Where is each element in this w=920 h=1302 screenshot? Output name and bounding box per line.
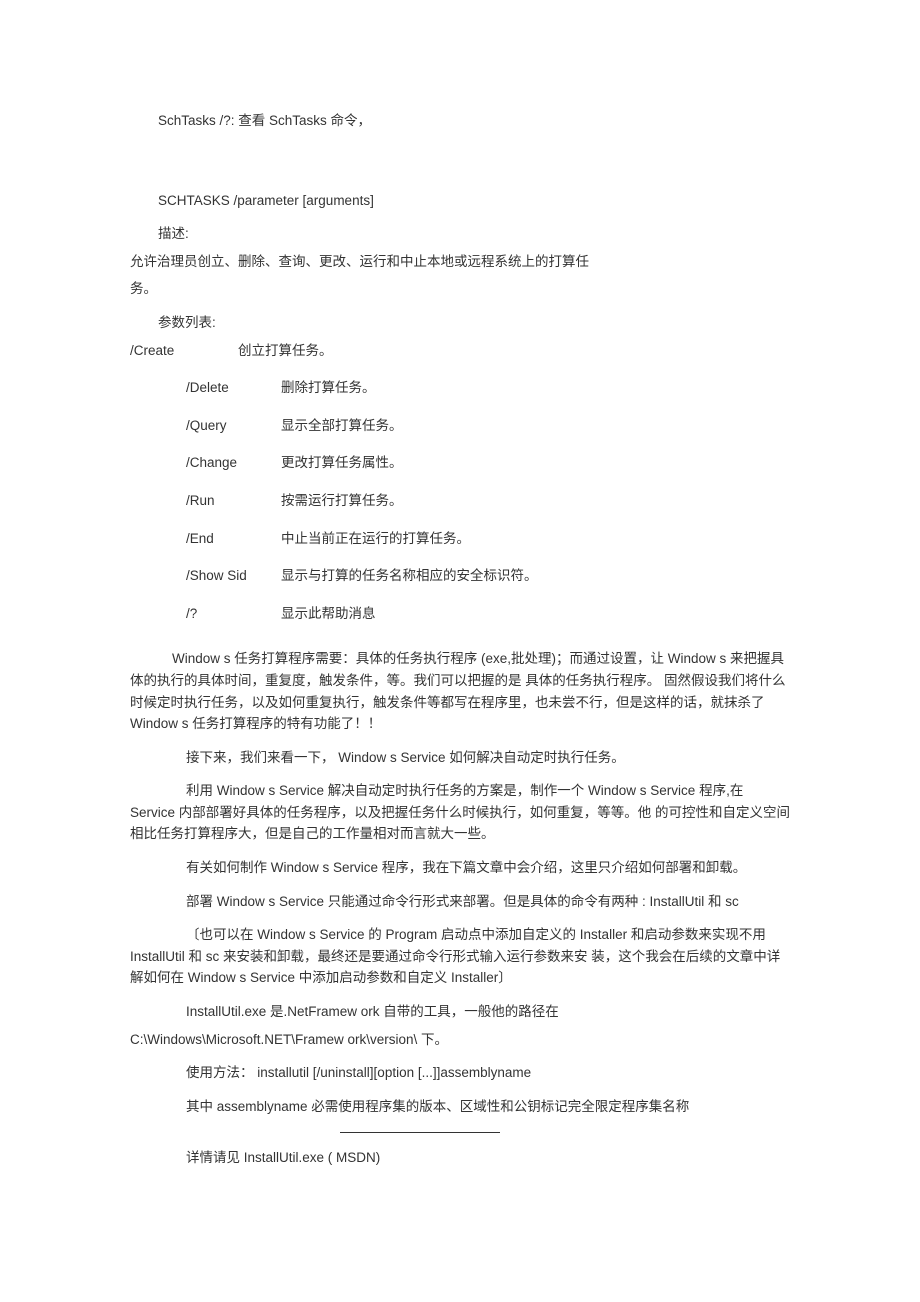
param-cmd: /Delete [186,377,281,399]
desc-body-1: 允许治理员创立、删除、查询、更改、运行和中止本地或远程系统上的打算任 [130,251,790,273]
body-p7a: InstallUtil.exe 是.NetFramew ork 自带的工具，一般… [130,1001,790,1023]
param-cmd: /? [186,603,281,625]
param-desc: 删除打算任务。 [281,377,790,399]
param-row: /Run 按需运行打算任务。 [130,490,790,512]
param-row: /Query 显示全部打算任务。 [130,415,790,437]
param-cmd: /Create [130,340,238,362]
param-desc: 显示与打算的任务名称相应的安全标识符。 [281,565,790,587]
param-desc: 更改打算任务属性。 [281,452,790,474]
param-cmd: /Query [186,415,281,437]
param-row: /Change 更改打算任务属性。 [130,452,790,474]
desc-label: 描述: [130,223,790,245]
param-cmd: /Show Sid [186,565,281,587]
top-line: SchTasks /?: 查看 SchTasks 命令， [130,110,790,132]
param-row: /Delete 删除打算任务。 [130,377,790,399]
body-p3: 利用 Window s Service 解决自动定时执行任务的方案是，制作一个 … [130,780,790,845]
body-p7b: C:\Windows\Microsoft.NET\Framew ork\vers… [130,1029,790,1051]
param-cmd: /Run [186,490,281,512]
param-desc: 显示此帮助消息 [281,603,790,625]
param-cmd: /End [186,528,281,550]
body-p4: 有关如何制作 Window s Service 程序，我在下篇文章中会介绍，这里… [130,857,790,879]
body-p1: Window s 任务打算程序需要：具体的任务执行程序 (exe,批处理)；而通… [130,648,790,734]
body-p5: 部署 Window s Service 只能通过命令行形式来部署。但是具体的命令… [130,891,790,913]
usage-command: SCHTASKS /parameter [arguments] [130,190,790,212]
param-row: /? 显示此帮助消息 [130,603,790,625]
body-p6: 〔也可以在 Window s Service 的 Program 启动点中添加自… [130,924,790,989]
body-p10: 详情请见 InstallUtil.exe ( MSDN) [130,1147,790,1169]
param-row: /Create 创立打算任务。 [130,340,790,362]
param-desc: 按需运行打算任务。 [281,490,790,512]
body-p8: 使用方法： installutil [/uninstall][option [.… [130,1062,790,1084]
underline-decoration [130,1123,790,1145]
document-page: SchTasks /?: 查看 SchTasks 命令， SCHTASKS /p… [0,0,920,1302]
param-desc: 中止当前正在运行的打算任务。 [281,528,790,550]
param-desc: 创立打算任务。 [238,340,790,362]
body-p9: 其中 assemblyname 必需使用程序集的版本、区域性和公钥标记完全限定程… [130,1096,790,1118]
param-label: 参数列表: [130,312,790,334]
param-cmd: /Change [186,452,281,474]
body-p2: 接下来，我们来看一下， Window s Service 如何解决自动定时执行任… [130,747,790,769]
param-desc: 显示全部打算任务。 [281,415,790,437]
desc-body-2: 务。 [130,278,790,300]
param-row: /End 中止当前正在运行的打算任务。 [130,528,790,550]
param-row: /Show Sid 显示与打算的任务名称相应的安全标识符。 [130,565,790,587]
